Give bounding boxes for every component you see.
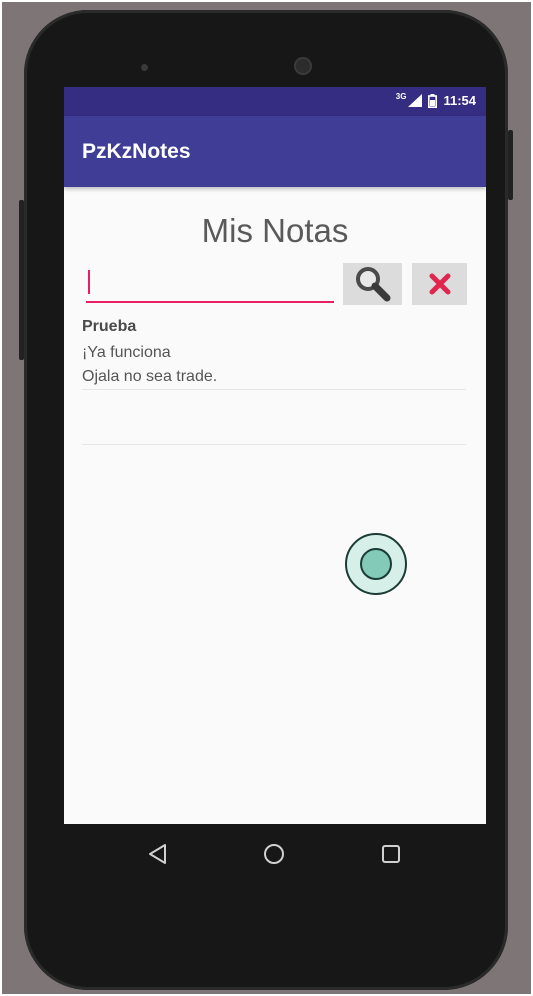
signal-icon xyxy=(408,94,423,107)
list-divider xyxy=(82,444,466,445)
nav-recents-button[interactable] xyxy=(377,840,405,868)
page-heading: Mis Notas xyxy=(201,212,349,249)
note-line-1: ¡Ya funciona xyxy=(82,344,171,361)
touch-indicator xyxy=(345,533,407,595)
front-camera xyxy=(141,64,148,71)
nav-back-button[interactable] xyxy=(144,840,172,868)
recents-icon xyxy=(382,845,400,863)
clear-button[interactable] xyxy=(412,263,467,305)
device-screen: 3G 11:54 PzKzNotes Mis Notas Prueba ¡Ya … xyxy=(64,87,486,824)
home-icon xyxy=(264,844,284,864)
nav-home-button[interactable] xyxy=(260,840,288,868)
status-bar: 3G 11:54 xyxy=(64,87,486,116)
app-bar: PzKzNotes xyxy=(64,116,486,187)
app-title: PzKzNotes xyxy=(82,140,191,163)
touch-indicator-core xyxy=(360,548,392,580)
volume-button xyxy=(19,200,24,360)
search-icon xyxy=(355,267,390,302)
clock: 11:54 xyxy=(443,93,476,108)
note-line-2: Ojala no sea trade. xyxy=(82,368,218,385)
earpiece-speaker xyxy=(294,57,312,75)
search-button[interactable] xyxy=(343,263,402,305)
note-divider xyxy=(82,389,466,390)
network-label: 3G xyxy=(395,92,407,101)
navigation-bar xyxy=(64,824,486,884)
note-title[interactable]: Prueba xyxy=(82,318,136,336)
text-cursor xyxy=(88,270,90,294)
back-icon xyxy=(149,844,166,864)
search-input[interactable] xyxy=(86,265,334,303)
battery-icon xyxy=(428,93,438,108)
close-icon xyxy=(429,273,450,295)
power-button xyxy=(508,130,513,200)
